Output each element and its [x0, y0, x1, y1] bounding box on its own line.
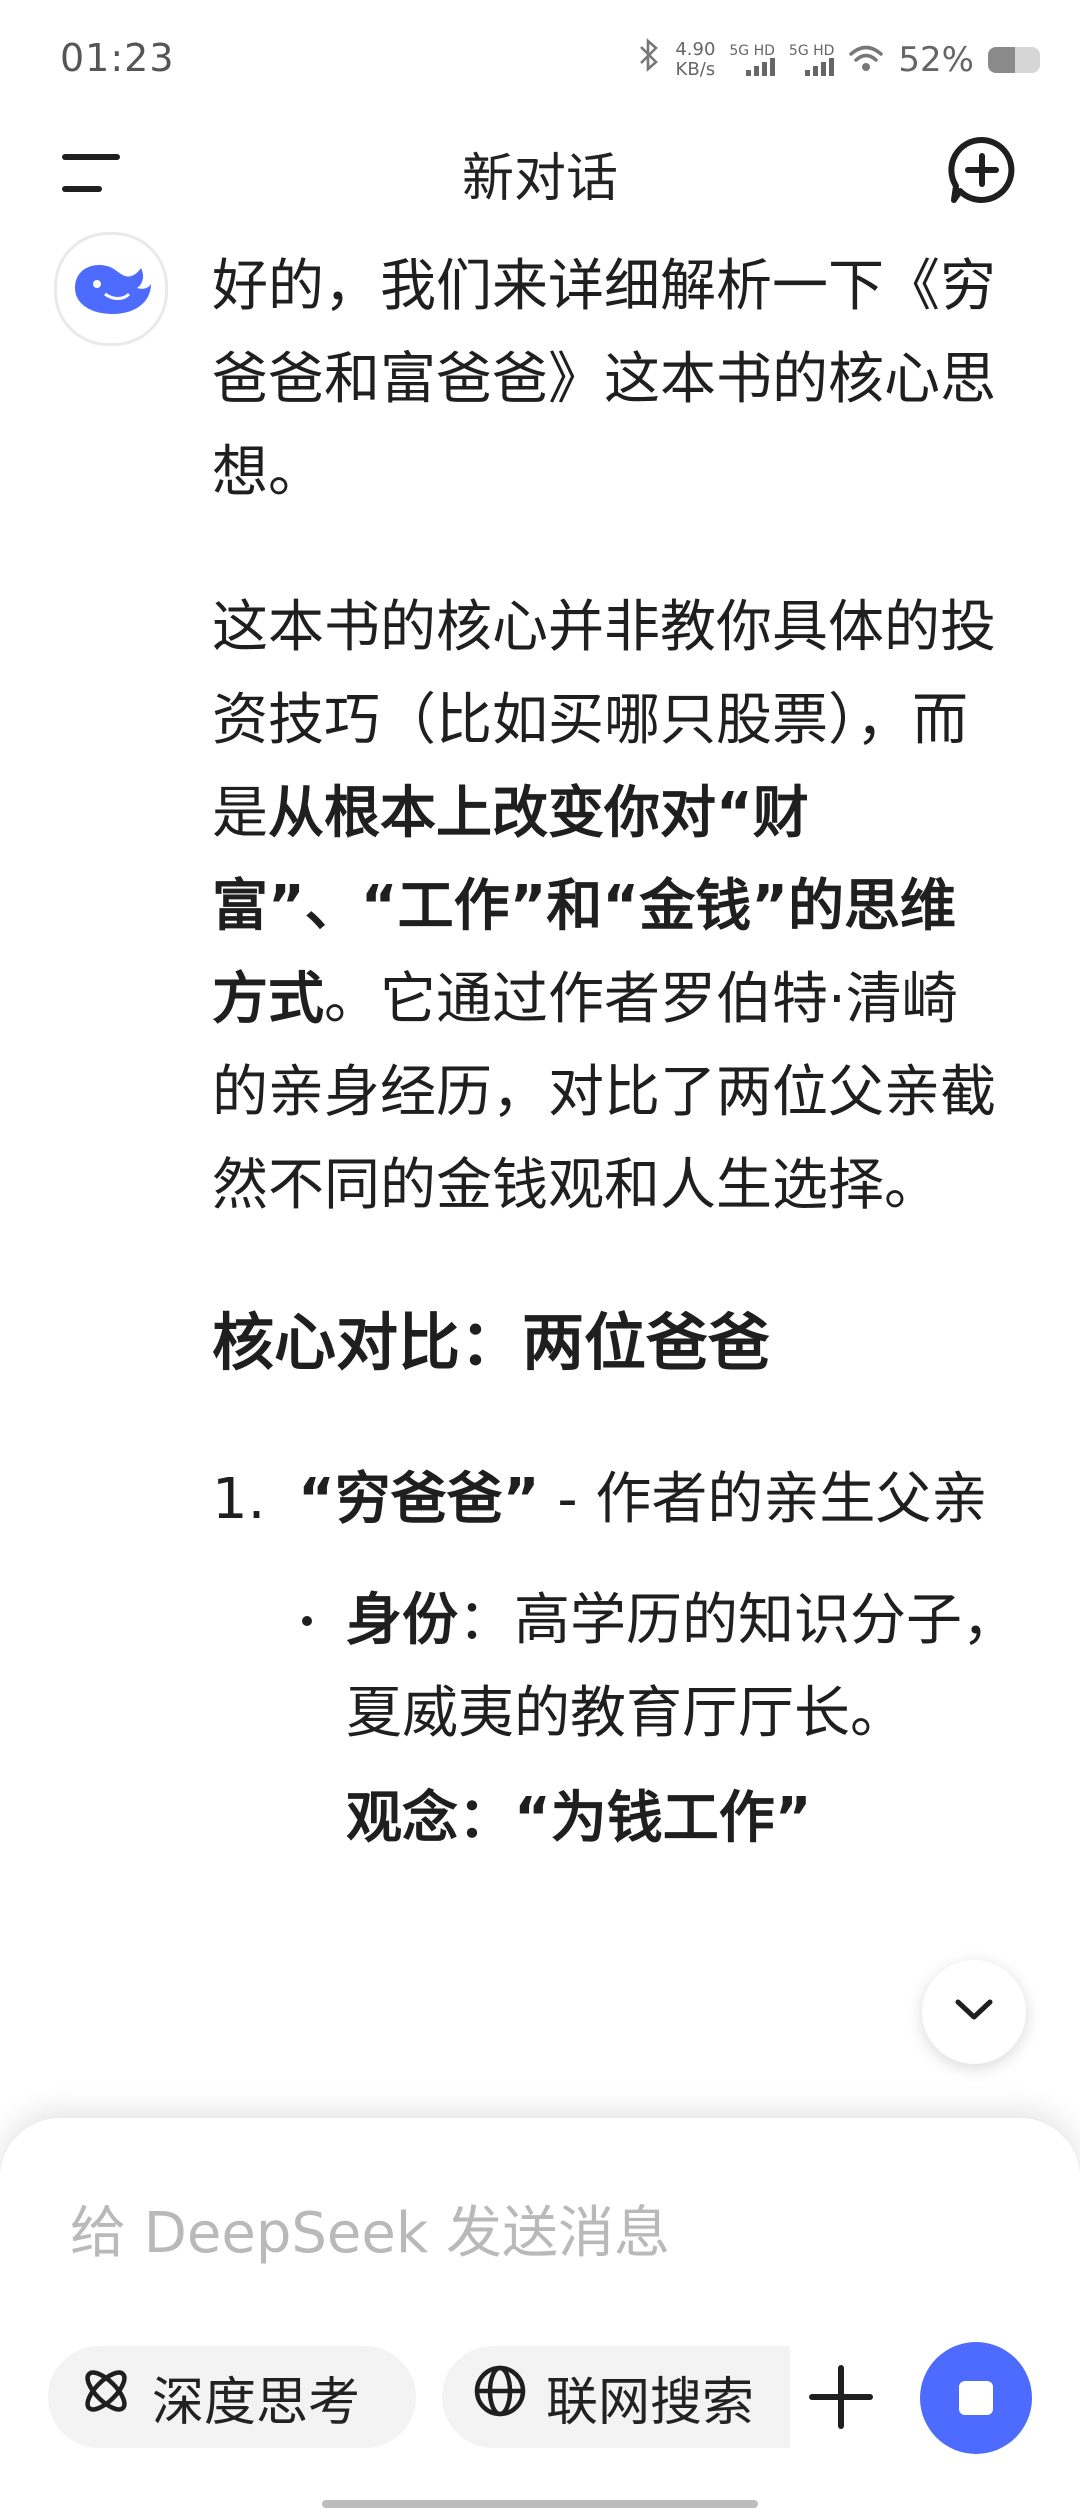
stop-generation-button[interactable] — [920, 2342, 1032, 2454]
new-chat-icon[interactable] — [946, 134, 1018, 206]
message-input[interactable]: 给 DeepSeek 发送消息 — [70, 2188, 670, 2269]
list-item-text: - 作者的亲生父亲 — [539, 1467, 988, 1532]
web-search-button[interactable]: 联网搜索 — [442, 2346, 790, 2448]
network-speed-value: 4.90 — [675, 38, 716, 60]
sim2-label: 5G HD — [788, 42, 835, 59]
home-indicator[interactable] — [322, 2500, 758, 2508]
message-text: 。它通过作者罗伯特·清崎的亲身经历，对比了两位父亲截然不同的金钱观和人生选择。 — [212, 967, 996, 1218]
atom-icon — [78, 2363, 134, 2432]
deep-think-button[interactable]: 深度思考 — [48, 2346, 416, 2448]
attach-plus-icon[interactable] — [808, 2364, 874, 2430]
status-icons: 4.90 KB/s 5G HD 5G HD 52% — [637, 38, 1040, 81]
message-paragraph: 好的，我们来详细解析一下《穷爸爸和富爸爸》这本书的核心思想。 — [212, 254, 996, 505]
deep-think-label: 深度思考 — [152, 2372, 361, 2433]
bullet-item: 身份：高学历的知识分子，夏威夷的教育厅厅长。 — [302, 1574, 1026, 1760]
sim2-signal-icon: 5G HD — [789, 44, 835, 76]
stop-icon — [959, 2381, 993, 2415]
sim1-label: 5G HD — [729, 42, 775, 59]
network-speed-unit: KB/s — [675, 58, 716, 80]
bullet-bold: 身份 — [346, 1588, 458, 1653]
list-item-bold: “穷爸爸” — [298, 1467, 540, 1532]
section-heading: 核心对比：两位爸爸 — [212, 1306, 771, 1379]
battery-fill — [988, 46, 1016, 73]
list-item: 1. “穷爸爸” - 作者的亲生父亲 — [212, 1453, 1080, 1546]
scroll-down-button[interactable] — [922, 1960, 1026, 2064]
sim1-signal-icon: 5G HD — [729, 44, 775, 76]
whale-logo-icon — [69, 254, 153, 324]
assistant-avatar — [54, 232, 168, 346]
list-number: 1. — [212, 1467, 266, 1532]
chevron-down-icon — [952, 1996, 996, 2028]
network-speed: 4.90 KB/s — [675, 38, 716, 80]
battery-icon — [988, 46, 1040, 73]
page-title: 新对话 — [461, 149, 618, 209]
battery-percent: 52% — [898, 39, 974, 80]
message-paragraph: 这本书的核心并非教你具体的投资技巧（比如买哪只股票），而是从根本上改变你对“财富… — [212, 581, 1012, 1232]
wifi-icon — [848, 43, 884, 77]
bullet-dot — [302, 1616, 312, 1626]
assistant-message: 好的，我们来详细解析一下《穷爸爸和富爸爸》这本书的核心思想。 这本书的核心并非教… — [212, 240, 1018, 1865]
web-search-label: 联网搜索 — [546, 2372, 755, 2433]
bluetooth-icon — [637, 38, 661, 81]
composer-panel — [0, 2118, 1080, 2520]
globe-icon — [472, 2363, 528, 2432]
bullet-item-partial: 观念：“为钱工作” — [346, 1786, 812, 1851]
status-bar: 01:23 4.90 KB/s 5G HD 5G HD 52% — [0, 0, 1080, 120]
status-time: 01:23 — [60, 36, 175, 80]
